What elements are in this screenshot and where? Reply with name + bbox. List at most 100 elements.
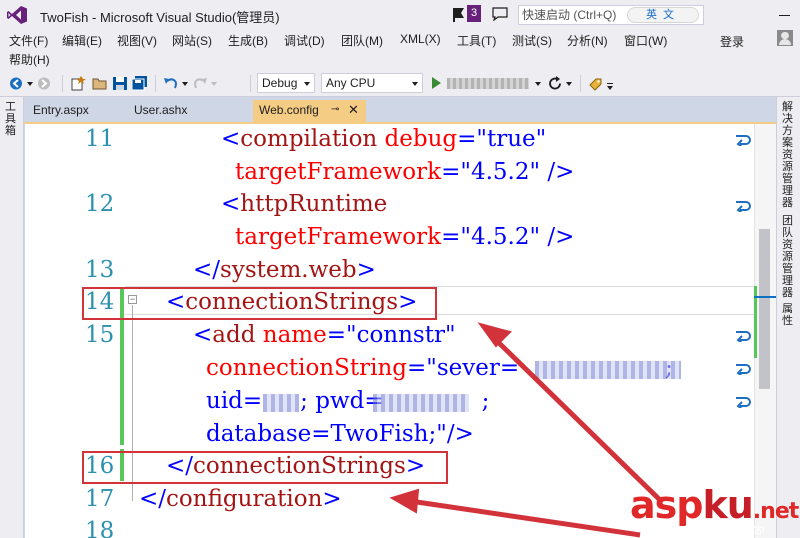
window-title: TwoFish - Microsoft Visual Studio(管理员) xyxy=(40,10,280,25)
scrollbar-caret-marker xyxy=(754,296,776,298)
solution-configuration-dropdown[interactable]: Debug xyxy=(257,73,315,93)
toolbar-separator xyxy=(250,75,251,92)
code-line[interactable]: targetFramework="4.5.2" /> xyxy=(235,224,574,250)
menu-xml[interactable]: XML(X) xyxy=(400,32,441,46)
solution-platform-dropdown[interactable]: Any CPU xyxy=(321,73,423,93)
solution-explorer-tab[interactable]: 解决方案资源管理器 xyxy=(782,101,796,209)
menu-help[interactable]: 帮助(H) xyxy=(9,51,50,68)
feedback-smiley-icon[interactable] xyxy=(492,7,508,21)
menu-build[interactable]: 生成(B) xyxy=(228,32,268,49)
menu-view[interactable]: 视图(V) xyxy=(117,32,157,49)
right-tool-strip: 解决方案资源管理器 团队资源管理器 属性 xyxy=(776,97,800,538)
code-token: </ xyxy=(139,486,167,512)
watermark-tagline: 免费网站源码下载站! xyxy=(672,526,765,537)
code-token: ; xyxy=(481,388,490,414)
code-line[interactable]: <add name="connstr" xyxy=(193,322,456,348)
line-number: 15 xyxy=(85,322,115,348)
code-line[interactable]: <httpRuntime xyxy=(221,191,387,217)
code-token: = xyxy=(441,224,461,250)
line-number: 18 xyxy=(85,518,115,538)
user-avatar-icon[interactable] xyxy=(777,30,793,46)
code-line[interactable]: </configuration> xyxy=(139,486,342,512)
code-token: uid= xyxy=(206,388,263,414)
menu-team[interactable]: 团队(M) xyxy=(341,32,383,49)
toolbox-label[interactable]: 工具箱 xyxy=(5,101,19,137)
menu-test[interactable]: 测试(S) xyxy=(512,32,552,49)
notification-count-badge[interactable]: 3 xyxy=(467,5,481,22)
word-wrap-glyph-icon xyxy=(736,364,751,375)
back-nav-icon[interactable] xyxy=(8,76,24,91)
code-token: database=TwoFish;"/> xyxy=(206,421,474,447)
menu-edit[interactable]: 编辑(E) xyxy=(62,32,102,49)
forward-nav-icon[interactable] xyxy=(36,76,52,91)
properties-tab[interactable]: 属性 xyxy=(782,303,796,327)
menu-window[interactable]: 窗口(W) xyxy=(624,32,667,49)
code-token: /> xyxy=(540,159,575,185)
highlight-box-close-tag xyxy=(82,451,448,484)
undo-dropdown-icon[interactable] xyxy=(181,76,189,91)
minimize-button[interactable] xyxy=(773,4,797,24)
code-editor[interactable]: − 11 12 13 14 15 16 17 18 <compilation d… xyxy=(25,124,776,538)
save-icon[interactable] xyxy=(112,76,128,91)
tab-web-config[interactable]: Web.config ⊸ ✕ xyxy=(253,100,366,124)
run-target-redacted[interactable] xyxy=(447,78,529,89)
start-debugging-icon[interactable] xyxy=(432,77,441,89)
tab-user-ashx[interactable]: User.ashx xyxy=(134,103,187,117)
code-token: system.web xyxy=(220,257,357,283)
toolbar-separator xyxy=(62,75,63,92)
language-indicator[interactable]: 英文 xyxy=(627,7,699,23)
open-folder-icon[interactable] xyxy=(92,76,108,91)
notification-flag-icon[interactable] xyxy=(450,6,466,22)
code-token: "sever= xyxy=(426,355,520,381)
browser-link-icon[interactable] xyxy=(588,76,604,91)
redo-dropdown-icon[interactable] xyxy=(210,76,218,91)
close-icon[interactable]: ✕ xyxy=(348,102,359,118)
pin-icon[interactable]: ⊸ xyxy=(331,104,339,115)
code-line[interactable]: targetFramework="4.5.2" /> xyxy=(235,159,574,185)
menu-file[interactable]: 文件(F) xyxy=(9,32,48,49)
highlight-box-open-tag xyxy=(82,287,437,320)
code-token: "4.5.2" xyxy=(460,159,541,185)
redacted-password xyxy=(373,394,469,412)
toolbox-strip: 工具箱 xyxy=(0,97,24,538)
code-token: connectionString xyxy=(206,355,407,381)
solution-configuration-value: Debug xyxy=(262,76,298,90)
undo-icon[interactable] xyxy=(163,76,179,91)
watermark-logo: aspku.net xyxy=(630,483,799,527)
code-token: = xyxy=(326,322,346,348)
code-token: targetFramework xyxy=(235,224,442,250)
code-token: configuration xyxy=(166,486,323,512)
refresh-icon[interactable] xyxy=(547,76,563,91)
code-line[interactable]: database=TwoFish;"/> xyxy=(206,421,474,447)
code-line[interactable]: <compilation debug="true" xyxy=(221,126,546,152)
back-dropdown-icon[interactable] xyxy=(26,76,34,91)
login-link[interactable]: 登录 xyxy=(720,33,744,50)
menu-website[interactable]: 网站(S) xyxy=(172,32,212,49)
run-dropdown-icon[interactable] xyxy=(534,76,542,91)
visual-studio-logo-icon xyxy=(7,6,27,24)
code-token: "true" xyxy=(476,126,547,152)
new-project-icon[interactable] xyxy=(70,76,86,91)
code-token: /> xyxy=(540,224,575,250)
quick-launch-input[interactable] xyxy=(522,7,634,23)
code-token: "4.5.2" xyxy=(460,224,541,250)
word-wrap-glyph-icon xyxy=(736,331,751,342)
save-all-icon[interactable] xyxy=(132,76,148,91)
scrollbar-thumb[interactable] xyxy=(759,229,770,389)
menu-analyze[interactable]: 分析(N) xyxy=(567,32,608,49)
code-token: > xyxy=(356,257,376,283)
redacted-server-address xyxy=(535,361,681,379)
toolbar-overflow-icon[interactable] xyxy=(606,76,614,91)
toolbar-separator xyxy=(155,75,156,92)
redo-icon[interactable] xyxy=(192,76,208,91)
quick-launch-box[interactable]: 英文 xyxy=(518,5,704,25)
minimize-icon xyxy=(779,15,790,16)
code-line[interactable]: </system.web> xyxy=(193,257,376,283)
team-explorer-tab[interactable]: 团队资源管理器 xyxy=(782,215,796,299)
code-token: = xyxy=(407,355,427,381)
menu-debug[interactable]: 调试(D) xyxy=(284,32,325,49)
refresh-dropdown-icon[interactable] xyxy=(565,76,573,91)
tab-entry-aspx[interactable]: Entry.aspx xyxy=(33,103,89,117)
menu-tools[interactable]: 工具(T) xyxy=(457,32,496,49)
chevron-down-icon xyxy=(412,82,418,86)
